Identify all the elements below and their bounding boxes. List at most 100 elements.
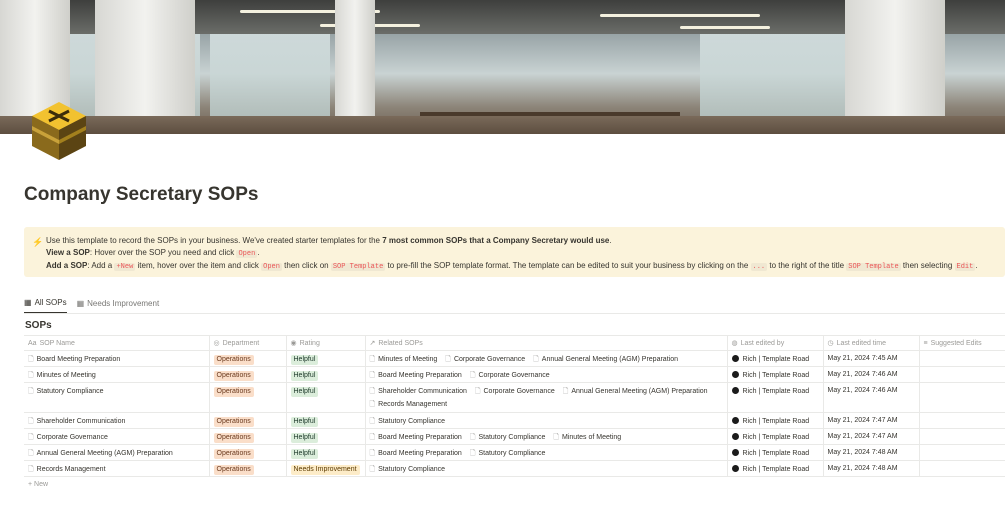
page-icon: 🗋 — [369, 418, 376, 425]
related-sop-link[interactable]: 🗋 Minutes of Meeting — [553, 433, 621, 444]
select-icon: ◎ — [213, 340, 220, 347]
page-title: Company Secretary SOPs — [24, 184, 259, 205]
related-sop-link[interactable]: 🗋 Annual General Meeting (AGM) Preparatio… — [563, 385, 708, 398]
sop-name-cell[interactable]: 🗋 Minutes of Meeting — [24, 366, 209, 383]
related-sops-cell[interactable]: 🗋 Board Meeting Preparation 🗋 Statutory Com… — [364, 428, 727, 445]
suggested-edits-cell[interactable] — [918, 382, 1005, 413]
related-sop-link[interactable]: 🗋 Minutes of Meeting — [370, 355, 438, 366]
department-cell[interactable]: Operations — [208, 444, 286, 461]
column-header-last-edited-by[interactable]: ◍ Last edited by — [726, 335, 823, 351]
suggested-edits-cell[interactable] — [918, 366, 1005, 383]
sop-name-cell[interactable]: 🗋 Records Management — [24, 460, 209, 477]
column-header-department[interactable]: ◎ Department — [208, 335, 286, 351]
last-edited-by-cell[interactable]: Rich | Template Road — [726, 412, 823, 429]
related-sop-link[interactable]: 🗋 Statutory Compliance — [370, 465, 446, 476]
sop-name-cell[interactable]: 🗋 Statutory Compliance — [24, 382, 209, 413]
suggested-edits-cell[interactable] — [918, 444, 1005, 461]
related-sop-link[interactable]: 🗋 Records Management — [370, 398, 448, 411]
avatar — [731, 371, 739, 378]
column-header-related-sops[interactable]: ↗ Related SOPs — [364, 335, 727, 351]
department-tag: Operations — [213, 371, 254, 381]
rating-cell[interactable]: Helpful — [285, 350, 365, 367]
related-sop-link[interactable]: 🗋 Board Meeting Preparation — [370, 371, 462, 382]
related-sops-cell[interactable]: 🗋 Board Meeting Preparation 🗋 Corporate Gov… — [364, 366, 727, 383]
suggested-edits-cell[interactable] — [918, 350, 1005, 367]
avatar — [731, 449, 739, 456]
text-lines-icon: ≡ — [923, 339, 928, 347]
last-edited-by-cell[interactable]: Rich | Template Road — [726, 444, 823, 461]
table-row[interactable]: 🗋 Shareholder Communication Operations He… — [24, 412, 1005, 429]
page-icon: 🗋 — [28, 466, 34, 473]
related-sop-link[interactable]: 🗋 Board Meeting Preparation — [370, 449, 462, 460]
sop-name-cell[interactable]: 🗋 Shareholder Communication — [24, 412, 209, 429]
department-tag: Operations — [213, 387, 254, 397]
department-cell[interactable]: Operations — [208, 382, 286, 413]
suggested-edits-cell[interactable] — [918, 460, 1005, 477]
last-edited-by-cell[interactable]: Rich | Template Road — [726, 382, 823, 413]
status-icon: ◉ — [290, 340, 297, 347]
column-header-rating[interactable]: ◉ Rating — [285, 335, 365, 351]
view-tabs: ▦ All SOPs ▦ Needs Improvement — [24, 298, 159, 314]
department-tag: Operations — [213, 433, 254, 443]
department-cell[interactable]: Operations — [208, 366, 286, 383]
tab-all-sops[interactable]: ▦ All SOPs — [24, 298, 67, 314]
last-edited-by-cell[interactable]: Rich | Template Road — [726, 428, 823, 445]
rating-cell[interactable]: Helpful — [285, 382, 365, 413]
related-sop-link[interactable]: 🗋 Corporate Governance — [470, 371, 550, 382]
suggested-edits-cell[interactable] — [918, 412, 1005, 429]
column-header-suggested-edits[interactable]: ≡ Suggested Edits — [918, 335, 1005, 351]
rating-cell[interactable]: Helpful — [285, 366, 365, 383]
related-sop-link[interactable]: 🗋 Shareholder Communication — [370, 385, 467, 398]
last-edited-by-cell[interactable]: Rich | Template Road — [726, 366, 823, 383]
related-sop-link[interactable]: 🗋 Statutory Compliance — [470, 433, 546, 444]
database-title[interactable]: SOPs — [25, 320, 52, 331]
table-row[interactable]: 🗋 Corporate Governance Operations Helpful… — [24, 428, 1005, 445]
person-icon: ◍ — [731, 340, 738, 347]
table-row[interactable]: 🗋 Annual General Meeting (AGM) Preparatio… — [24, 444, 1005, 461]
rating-tag: Needs Improvement — [290, 465, 360, 475]
related-sop-link[interactable]: 🗋 Corporate Governance — [475, 385, 555, 398]
rating-tag: Helpful — [290, 387, 319, 397]
sop-name-cell[interactable]: 🗋 Corporate Governance — [24, 428, 209, 445]
page-icon: 🗋 — [369, 450, 376, 457]
table-row[interactable]: 🗋 Minutes of Meeting Operations Helpful 🗋… — [24, 366, 1005, 383]
page-icon: 🗋 — [28, 434, 34, 441]
department-cell[interactable]: Operations — [208, 460, 286, 477]
page-icon: 🗋 — [28, 372, 34, 379]
relation-icon: ↗ — [369, 340, 376, 347]
last-edited-by-cell[interactable]: Rich | Template Road — [726, 350, 823, 367]
related-sop-link[interactable]: 🗋 Board Meeting Preparation — [370, 433, 462, 444]
related-sops-cell[interactable]: 🗋 Board Meeting Preparation 🗋 Statutory Com… — [364, 444, 727, 461]
related-sops-cell[interactable]: 🗋 Minutes of Meeting 🗋 Corporate Governance… — [364, 350, 727, 367]
callout-line-1: Use this template to record the SOPs in … — [46, 236, 612, 245]
rating-cell[interactable]: Helpful — [285, 412, 365, 429]
column-header-last-edited-time[interactable]: ◷ Last edited time — [822, 335, 919, 351]
related-sop-link[interactable]: 🗋 Statutory Compliance — [370, 417, 446, 428]
sop-name-cell[interactable]: 🗋 Annual General Meeting (AGM) Preparatio… — [24, 444, 209, 461]
rating-cell[interactable]: Helpful — [285, 428, 365, 445]
table-row[interactable]: 🗋 Board Meeting Preparation Operations He… — [24, 350, 1005, 367]
tab-needs-improvement[interactable]: ▦ Needs Improvement — [77, 298, 160, 314]
related-sop-link[interactable]: 🗋 Annual General Meeting (AGM) Preparatio… — [533, 355, 678, 366]
department-cell[interactable]: Operations — [208, 350, 286, 367]
rating-cell[interactable]: Helpful — [285, 444, 365, 461]
related-sop-link[interactable]: 🗋 Statutory Compliance — [470, 449, 546, 460]
table-row[interactable]: 🗋 Statutory Compliance Operations Helpful… — [24, 382, 1005, 413]
page-icon: 🗋 — [369, 401, 376, 408]
column-header-sop-name[interactable]: Aa SOP Name — [24, 335, 209, 351]
related-sops-cell[interactable]: 🗋 Statutory Compliance — [364, 460, 727, 477]
page-icon: 🗋 — [469, 372, 476, 379]
department-cell[interactable]: Operations — [208, 428, 286, 445]
table-row[interactable]: 🗋 Records Management Operations Needs Imp… — [24, 460, 1005, 477]
department-cell[interactable]: Operations — [208, 412, 286, 429]
suggested-edits-cell[interactable] — [918, 428, 1005, 445]
add-new-row-button[interactable]: + New — [28, 481, 48, 488]
rating-cell[interactable]: Needs Improvement — [285, 460, 365, 477]
table-icon: ▦ — [24, 298, 32, 307]
related-sops-cell[interactable]: 🗋 Shareholder Communication 🗋 Corporate Gov… — [364, 382, 727, 413]
related-sop-link[interactable]: 🗋 Corporate Governance — [445, 355, 525, 366]
last-edited-by-cell[interactable]: Rich | Template Road — [726, 460, 823, 477]
page-icon: 🗋 — [469, 434, 476, 441]
sop-name-cell[interactable]: 🗋 Board Meeting Preparation — [24, 350, 209, 367]
related-sops-cell[interactable]: 🗋 Statutory Compliance — [364, 412, 727, 429]
